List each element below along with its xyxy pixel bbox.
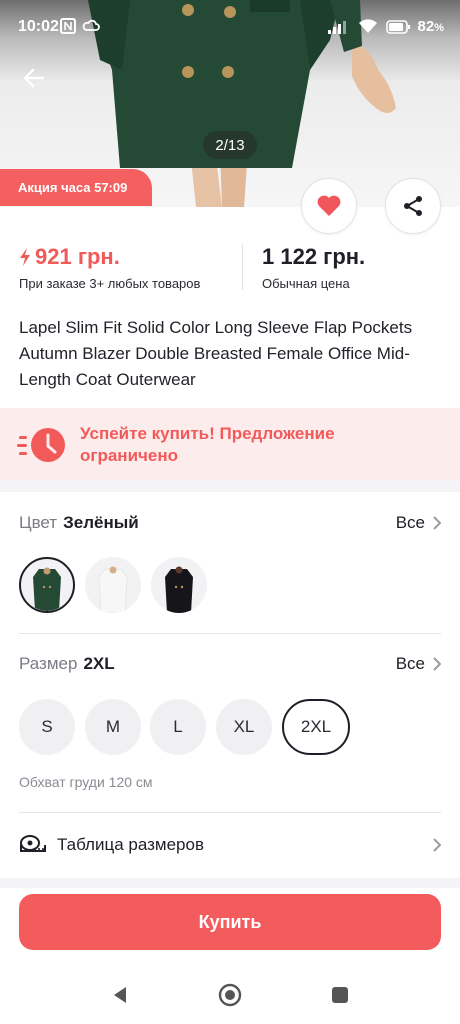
color-see-all-link[interactable]: Все [396, 513, 441, 533]
status-notification-icons [60, 18, 100, 34]
nav-recents-icon[interactable] [330, 985, 350, 1005]
section-divider [19, 633, 441, 634]
product-title: Lapel Slim Fit Solid Color Long Sleeve F… [19, 318, 413, 389]
regular-price-note: Обычная цена [262, 276, 350, 291]
back-button[interactable] [14, 58, 54, 98]
status-bar: 10:02 82% [0, 0, 460, 56]
nav-home-icon[interactable] [218, 983, 242, 1007]
heart-icon [317, 195, 341, 216]
section-divider [19, 812, 441, 813]
black-coat-thumbnail [165, 566, 193, 613]
size-option-l[interactable]: L [150, 699, 206, 755]
back-arrow-icon [23, 68, 45, 88]
size-measurement-note: Обхват груди 120 см [19, 774, 153, 790]
urgency-banner: Успейте купить! Предложение ограничено [0, 408, 460, 480]
battery-icon [385, 19, 410, 34]
regular-price: 1 122 грн. [262, 244, 366, 269]
battery-percent: 82 [417, 18, 435, 35]
clock-icon [17, 428, 65, 462]
size-see-all-label: Все [395, 654, 425, 673]
size-option-s[interactable]: S [19, 699, 75, 755]
nav-back-icon[interactable] [110, 985, 130, 1005]
section-gap [0, 878, 460, 888]
size-label: Размер [19, 654, 78, 673]
gallery-counter: 2/13 [203, 131, 257, 159]
status-time: 10:02 [18, 18, 59, 35]
favorite-button[interactable] [301, 178, 357, 234]
green-coat-thumbnail [33, 567, 61, 611]
tape-measure-icon [20, 835, 46, 852]
chevron-right-icon [433, 657, 441, 671]
color-swatch-white[interactable] [85, 557, 141, 613]
promo-timer-badge: Акция часа 57:09 [0, 169, 152, 206]
size-option-xl[interactable]: XL [216, 699, 272, 755]
selected-color: Зелёный [63, 513, 139, 532]
product-image-gallery[interactable]: 10:02 82% 2/13 Акция часа 57:09 [0, 0, 460, 207]
lightning-icon [20, 248, 30, 266]
color-label: Цвет [19, 513, 58, 532]
size-option-m[interactable]: M [85, 699, 141, 755]
share-icon [404, 196, 422, 216]
size-option-2xl[interactable]: 2XL [282, 699, 350, 755]
color-see-all-label: Все [395, 513, 425, 532]
system-navigation-bar [0, 966, 460, 1024]
signal-icon [327, 20, 346, 34]
size-table-row[interactable]: Таблица размеров [19, 828, 441, 862]
sale-price-block: 921 грн. При заказе 3+ любых товаров [19, 244, 200, 291]
selected-size: 2XL [83, 654, 115, 673]
color-swatch-green[interactable] [19, 557, 75, 613]
urgency-text: Успейте купить! Предложение ограничено [80, 424, 335, 465]
sale-price-note: При заказе 3+ любых товаров [19, 276, 201, 291]
section-gap [0, 480, 460, 492]
sale-price: 921 грн. [35, 244, 120, 269]
size-see-all-link[interactable]: Все [396, 654, 441, 674]
nfc-icon [60, 18, 76, 34]
size-selector-header[interactable]: Размер 2XL Все [19, 654, 441, 674]
size-table-label: Таблица размеров [57, 835, 204, 854]
regular-price-block: 1 122 грн. Обычная цена [262, 244, 365, 291]
chevron-right-icon [433, 516, 441, 530]
price-divider [242, 244, 243, 290]
color-swatch-black[interactable] [151, 557, 207, 613]
white-coat-thumbnail [98, 566, 128, 613]
wifi-icon [358, 19, 377, 33]
share-button[interactable] [385, 178, 441, 234]
cloud-icon [82, 19, 100, 31]
chevron-right-icon [433, 838, 441, 852]
buy-button[interactable]: Купить [19, 894, 441, 950]
status-system-icons: 82% [327, 18, 444, 35]
color-selector-header[interactable]: Цвет Зелёный Все [19, 513, 441, 533]
